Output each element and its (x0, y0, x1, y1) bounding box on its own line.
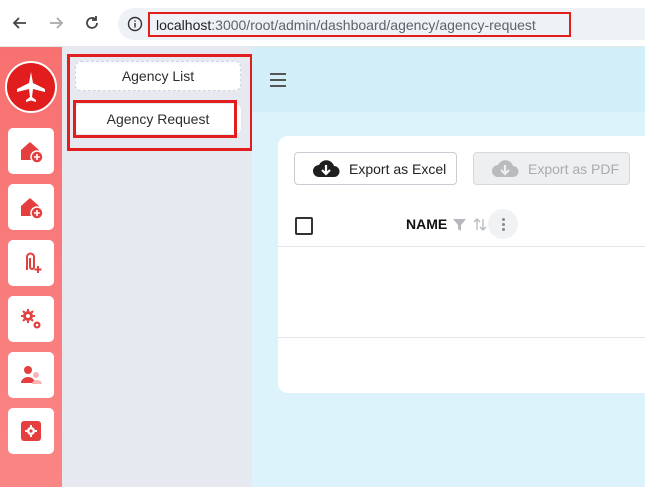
sort-icon[interactable] (473, 217, 487, 232)
back-icon[interactable] (9, 12, 31, 34)
sidebar-item-settings[interactable] (8, 296, 54, 342)
select-all-checkbox[interactable] (295, 217, 313, 235)
column-menu-icon[interactable] (488, 209, 518, 239)
sidebar-item-attachment[interactable] (8, 240, 54, 286)
submenu-item-agency-list[interactable]: Agency List (75, 61, 241, 91)
export-excel-label: Export as Excel (349, 160, 447, 177)
header-divider (278, 246, 645, 247)
users-icon (21, 366, 42, 384)
house-plus-icon (21, 142, 44, 164)
sidebar-item-house-2[interactable] (8, 184, 54, 230)
icon-rail (0, 47, 62, 487)
sidebar-item-house-1[interactable] (8, 128, 54, 174)
export-pdf-label: Export as PDF (528, 160, 620, 177)
cloud-download-icon (313, 159, 340, 177)
settings-square-icon (21, 421, 41, 441)
url-path: :3000/root/admin/dashboard/agency/agency… (211, 16, 536, 33)
house-plus-icon (21, 198, 44, 220)
sidebar-item-system[interactable] (8, 408, 54, 454)
reload-icon[interactable] (81, 12, 103, 34)
airplane-logo-icon[interactable] (5, 61, 57, 113)
row-divider (278, 337, 645, 338)
column-header-name[interactable]: NAME (406, 216, 447, 232)
forward-icon[interactable] (45, 12, 67, 34)
browser-toolbar: localhost:3000/root/admin/dashboard/agen… (0, 0, 645, 47)
top-bar (252, 47, 645, 112)
export-excel-button[interactable]: Export as Excel (294, 152, 457, 185)
url-host: localhost (156, 16, 212, 33)
export-pdf-button[interactable]: Export as PDF (473, 152, 630, 185)
filter-icon[interactable] (453, 219, 466, 232)
info-icon[interactable] (127, 16, 143, 32)
cloud-download-icon (492, 159, 519, 177)
gears-icon (21, 309, 41, 329)
hamburger-icon[interactable] (270, 73, 286, 87)
paperclip-plus-icon (26, 252, 42, 273)
url-text[interactable]: localhost:3000/root/admin/dashboard/agen… (148, 12, 571, 37)
sidebar-item-users[interactable] (8, 352, 54, 398)
active-item-highlight (73, 100, 237, 138)
